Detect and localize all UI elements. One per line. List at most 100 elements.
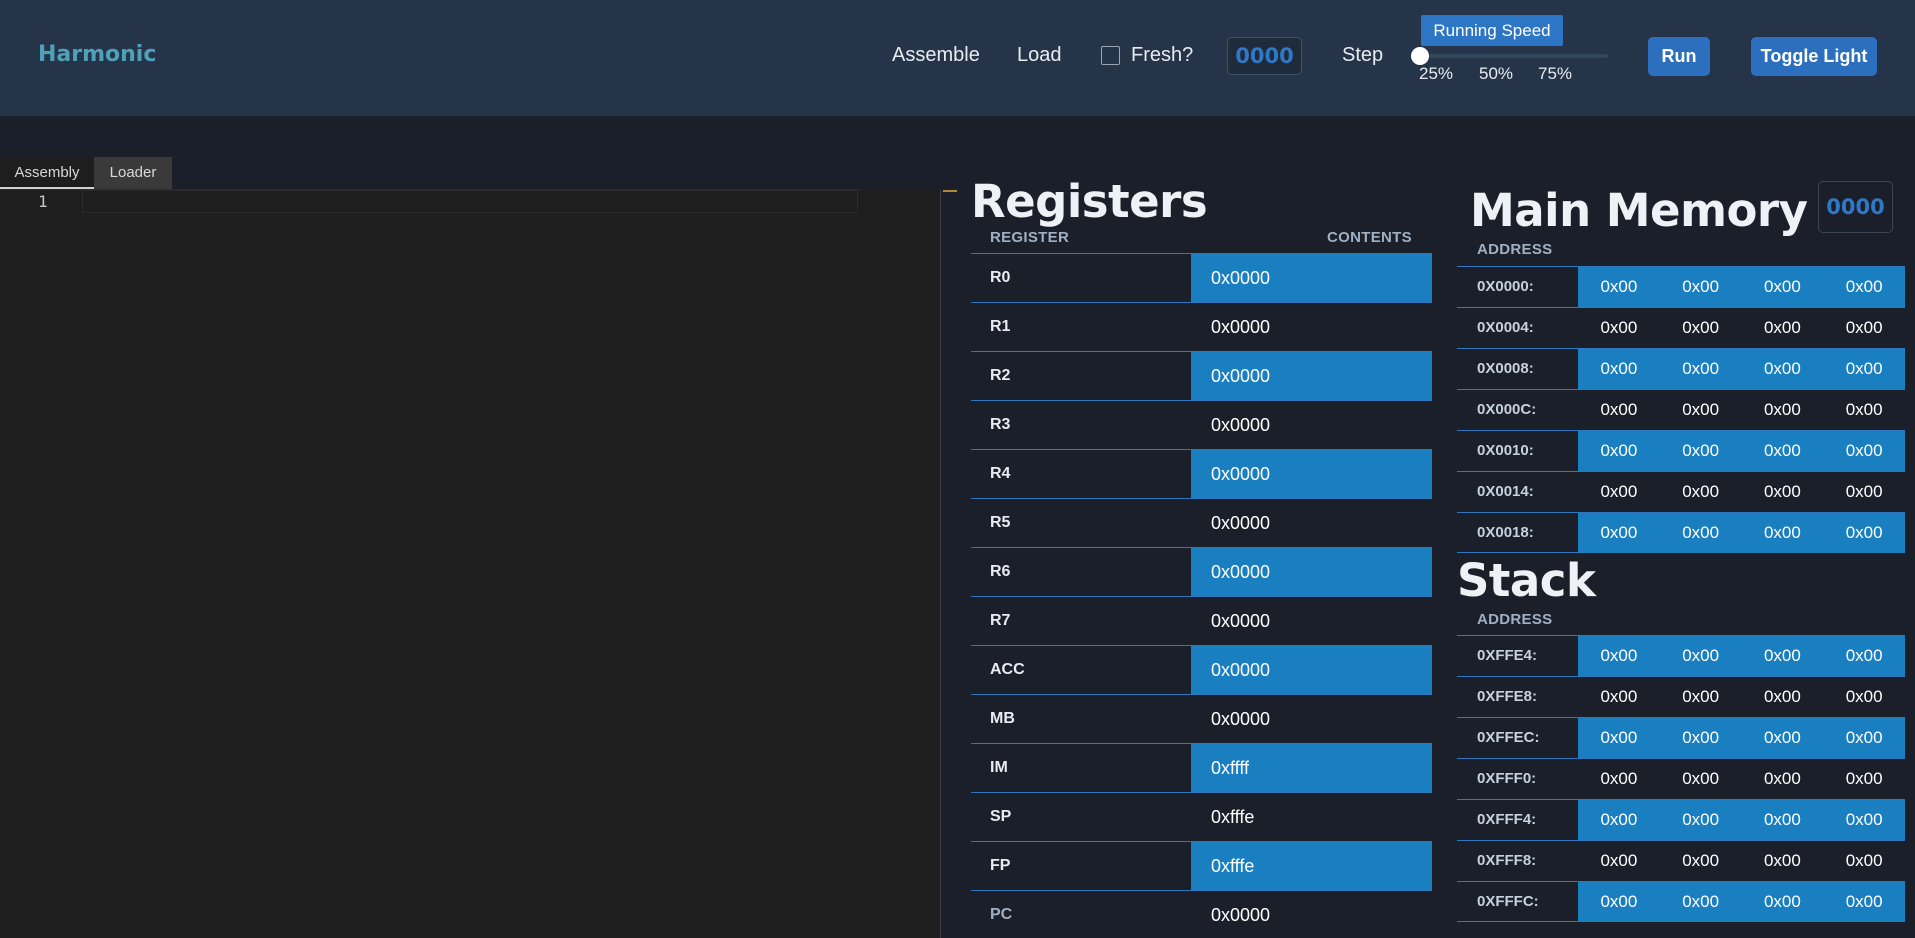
top-bar: Harmonic Assemble Load Fresh? 0000 Step … [0, 0, 1915, 116]
stack-byte-cell: 0x00 [1682, 892, 1720, 911]
stack-byte-cell: 0x00 [1682, 687, 1720, 706]
stack-byte-cell: 0x00 [1600, 728, 1638, 747]
memory-address: 0X0014: [1477, 483, 1534, 500]
register-value: 0x0000 [1211, 611, 1271, 631]
stack-row: 0XFFEC: 0x00 0x00 0x00 0x00 [1457, 717, 1905, 758]
stack-byte-cell: 0x00 [1600, 687, 1638, 706]
register-name: R3 [990, 416, 1011, 433]
register-row: R3 0x0000 [971, 400, 1432, 449]
fresh-checkbox-label[interactable]: Fresh? [1131, 44, 1193, 67]
memory-byte-cell: 0x00 [1600, 523, 1638, 542]
stack-bytes: 0x00 0x00 0x00 0x00 [1578, 882, 1905, 922]
fresh-checkbox[interactable] [1101, 46, 1120, 65]
memory-bytes: 0x00 0x00 0x00 0x00 [1578, 431, 1905, 471]
register-row: PC 0x0000 [971, 890, 1432, 938]
memory-byte-cell: 0x00 [1600, 482, 1638, 501]
register-value: 0x0000 [1191, 352, 1432, 400]
program-counter-input[interactable]: 0000 [1227, 37, 1302, 75]
stack-byte-cell: 0x00 [1682, 646, 1720, 665]
register-value: 0x0000 [1211, 709, 1271, 729]
memory-byte-cell: 0x00 [1845, 359, 1883, 378]
assemble-button[interactable]: Assemble [892, 44, 980, 67]
memory-byte-cell: 0x00 [1600, 400, 1638, 419]
stack-byte-cell: 0x00 [1845, 687, 1883, 706]
stack-address: 0XFFEC: [1477, 729, 1540, 746]
memory-address: 0X0004: [1477, 319, 1534, 336]
register-value: 0x0000 [1211, 905, 1271, 925]
register-row: SP 0xfffe [971, 792, 1432, 841]
stack-byte-cell: 0x00 [1763, 851, 1801, 870]
registers-title: Registers [971, 175, 1208, 228]
register-row: R1 0x0000 [971, 302, 1432, 351]
stack-byte-cell: 0x00 [1600, 892, 1638, 911]
register-name: R6 [990, 563, 1011, 580]
register-name: R1 [990, 318, 1011, 335]
main-memory-title: Main Memory [1470, 184, 1808, 237]
register-row: ACC 0x0000 [971, 645, 1432, 694]
register-value: 0xfffe [1211, 807, 1255, 827]
stack-address: 0XFFF4: [1477, 811, 1537, 828]
memory-bytes: 0x00 0x00 0x00 0x00 [1578, 513, 1905, 553]
stack-byte-cell: 0x00 [1845, 892, 1883, 911]
speed-tick-25: 25% [1419, 64, 1454, 83]
stack-byte-cell: 0x00 [1600, 646, 1638, 665]
registers-table: R0 0x0000 R1 0x0000 R2 0x0000 R3 0x0000 R4 0x0000… [971, 253, 1432, 938]
memory-row: 0X000C: 0x00 0x00 0x00 0x00 [1457, 389, 1905, 430]
memory-byte-cell: 0x00 [1682, 277, 1720, 296]
contents-column-header: CONTENTS [1327, 229, 1412, 246]
memory-bytes: 0x00 0x00 0x00 0x00 [1578, 267, 1905, 307]
stack-byte-cell: 0x00 [1600, 810, 1638, 829]
memory-address: 0X0010: [1477, 442, 1534, 459]
load-button[interactable]: Load [1017, 44, 1062, 67]
register-value: 0x0000 [1191, 254, 1432, 302]
memory-address: 0X000C: [1477, 401, 1537, 418]
memory-bytes: 0x00 0x00 0x00 0x00 [1578, 390, 1905, 430]
memory-byte-cell: 0x00 [1845, 441, 1883, 460]
code-editor[interactable] [0, 190, 940, 938]
speed-slider-track[interactable] [1421, 54, 1608, 58]
register-name: SP [990, 808, 1012, 825]
tab-loader[interactable]: Loader [94, 157, 172, 189]
step-button[interactable]: Step [1342, 44, 1383, 67]
running-speed-tooltip: Running Speed [1421, 15, 1563, 46]
stack-byte-cell: 0x00 [1845, 769, 1883, 788]
memory-byte-cell: 0x00 [1682, 482, 1720, 501]
speed-slider-thumb[interactable] [1411, 47, 1429, 65]
memory-byte-cell: 0x00 [1682, 359, 1720, 378]
stack-byte-cell: 0x00 [1763, 728, 1801, 747]
stack-table: 0XFFE4: 0x00 0x00 0x00 0x00 0XFFE8: 0x00 0x00 0x… [1457, 635, 1905, 922]
register-row: MB 0x0000 [971, 694, 1432, 743]
memory-byte-cell: 0x00 [1763, 359, 1801, 378]
stack-byte-cell: 0x00 [1763, 769, 1801, 788]
app-logo: Harmonic [38, 42, 157, 67]
run-button[interactable]: Run [1648, 37, 1710, 76]
speed-tick-50: 50% [1479, 64, 1514, 83]
register-value: 0x0000 [1191, 646, 1432, 694]
stack-bytes: 0x00 0x00 0x00 0x00 [1578, 800, 1905, 840]
memory-row: 0X0010: 0x00 0x00 0x00 0x00 [1457, 430, 1905, 471]
stack-byte-cell: 0x00 [1763, 646, 1801, 665]
memory-table: 0X0000: 0x00 0x00 0x00 0x00 0X0004: 0x00 0x00 0x… [1457, 266, 1905, 553]
memory-byte-cell: 0x00 [1682, 318, 1720, 337]
current-line-highlight[interactable] [82, 190, 858, 213]
memory-byte-cell: 0x00 [1763, 318, 1801, 337]
register-name: IM [990, 759, 1008, 776]
register-row: R4 0x0000 [971, 449, 1432, 498]
stack-row: 0XFFF8: 0x00 0x00 0x00 0x00 [1457, 840, 1905, 881]
memory-byte-cell: 0x00 [1682, 441, 1720, 460]
memory-byte-cell: 0x00 [1600, 318, 1638, 337]
stack-byte-cell: 0x00 [1845, 646, 1883, 665]
memory-byte-cell: 0x00 [1600, 277, 1638, 296]
register-value: 0xfffe [1191, 842, 1432, 890]
memory-address-input[interactable]: 0000 [1818, 181, 1893, 233]
stack-bytes: 0x00 0x00 0x00 0x00 [1578, 841, 1905, 881]
panel-splitter[interactable] [940, 190, 941, 938]
register-value: 0x0000 [1211, 317, 1271, 337]
toggle-light-button[interactable]: Toggle Light [1751, 37, 1877, 76]
memory-byte-cell: 0x00 [1600, 359, 1638, 378]
stack-byte-cell: 0x00 [1763, 810, 1801, 829]
tab-assembly[interactable]: Assembly [0, 157, 94, 189]
register-row: R2 0x0000 [971, 351, 1432, 400]
memory-bytes: 0x00 0x00 0x00 0x00 [1578, 308, 1905, 348]
stack-byte-cell: 0x00 [1682, 769, 1720, 788]
